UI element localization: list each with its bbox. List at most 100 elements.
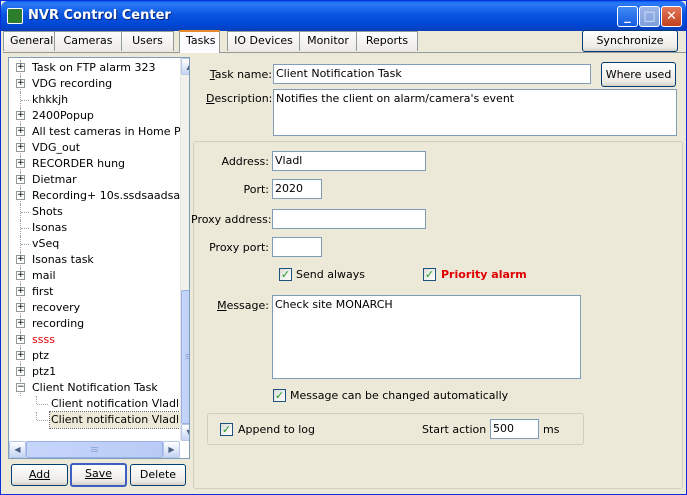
tree-item-label: VDG recording bbox=[32, 77, 113, 90]
expand-icon[interactable]: + bbox=[16, 287, 25, 296]
task-tree[interactable]: + Task on FTP alarm 323 + VDG recording khkk… bbox=[8, 57, 190, 459]
tree-item-label: mail bbox=[32, 269, 56, 282]
description-field[interactable]: Notifies the client on alarm/camera's ev… bbox=[273, 89, 677, 136]
tree-horizontal-scrollbar[interactable]: ◀ ≡ ▶ bbox=[9, 441, 180, 458]
scroll-thumb[interactable]: ≡ bbox=[181, 290, 189, 424]
tree-item-label: Recording+ 10s.ssdsaadsasdsa bbox=[32, 189, 190, 202]
tab-users[interactable]: Users bbox=[121, 31, 174, 51]
tree-item-label: Isonas bbox=[32, 221, 68, 234]
tree-item[interactable]: + ssss bbox=[9, 332, 179, 348]
app-icon bbox=[7, 8, 23, 24]
tree-item[interactable]: vSeq bbox=[9, 236, 179, 252]
tree-item[interactable]: + first bbox=[9, 284, 179, 300]
tab-tasks[interactable]: Tasks bbox=[179, 30, 220, 53]
minimize-button[interactable]: _ bbox=[617, 6, 638, 27]
tree-vertical-scrollbar[interactable]: ▲ ≡ ▼ bbox=[180, 58, 189, 441]
expand-icon[interactable]: + bbox=[16, 319, 25, 328]
tree-item[interactable]: + mail bbox=[9, 268, 179, 284]
tab-reports[interactable]: Reports bbox=[356, 31, 418, 51]
title-bar[interactable]: NVR Control Center _ □ ✕ bbox=[1, 1, 686, 31]
tree-item-label: RECORDER hung bbox=[32, 157, 126, 170]
expand-icon[interactable]: + bbox=[16, 175, 25, 184]
proxy-port-input[interactable] bbox=[272, 237, 322, 257]
expand-icon[interactable]: + bbox=[16, 191, 25, 200]
tree-item[interactable]: +2400Popup bbox=[9, 108, 179, 124]
priority-alarm-checkbox[interactable]: ✓ bbox=[423, 268, 436, 281]
append-to-log-checkbox[interactable]: ✓ bbox=[220, 423, 233, 436]
tab-io-devices[interactable]: IO Devices bbox=[227, 31, 300, 51]
message-field[interactable]: Check site MONARCH bbox=[272, 295, 581, 379]
tree-item[interactable]: + recording bbox=[9, 316, 179, 332]
tree-item[interactable]: + All test cameras in Home Positio bbox=[9, 124, 189, 140]
expand-icon[interactable]: + bbox=[16, 127, 25, 136]
tree-item[interactable]: + ptz bbox=[9, 348, 179, 364]
tree-item[interactable]: + recovery bbox=[9, 300, 179, 316]
expand-icon[interactable]: + bbox=[16, 271, 25, 280]
tree-item-label: Task on FTP alarm 323 bbox=[32, 61, 156, 74]
tree-item[interactable]: + RECORDER hung bbox=[9, 156, 179, 172]
tree-item-label: Client notification Vladl bbox=[51, 397, 180, 410]
start-action-input[interactable]: 500 bbox=[490, 419, 539, 439]
tree-connector bbox=[21, 212, 29, 213]
send-always-label: Send always bbox=[296, 268, 365, 281]
save-button[interactable]: Save bbox=[70, 463, 127, 487]
tree-item[interactable]: + VDG recording bbox=[9, 76, 179, 92]
port-input[interactable]: 2020 bbox=[272, 179, 322, 199]
message-auto-change-label: Message can be changed automatically bbox=[290, 389, 509, 402]
proxy-address-input[interactable] bbox=[272, 209, 426, 229]
tree-item[interactable]: + Isonas task bbox=[9, 252, 179, 268]
synchronize-button[interactable]: Synchronize bbox=[582, 30, 678, 52]
delete-button[interactable]: Delete bbox=[130, 464, 186, 486]
tree-item[interactable]: + VDG_out bbox=[9, 140, 179, 156]
proxy-address-label: Proxy address: bbox=[191, 213, 272, 226]
scroll-up-button[interactable]: ▲ bbox=[181, 58, 189, 75]
task-name-input[interactable]: Client Notification Task bbox=[273, 64, 591, 84]
expand-icon[interactable]: + bbox=[16, 143, 25, 152]
tree-item[interactable]: Isonas bbox=[9, 220, 179, 236]
tree-item[interactable]: + Task on FTP alarm 323 bbox=[9, 60, 179, 76]
scroll-left-button[interactable]: ◀ bbox=[9, 441, 26, 458]
hscroll-thumb[interactable]: ≡ bbox=[26, 441, 163, 458]
expand-icon[interactable]: + bbox=[16, 303, 25, 312]
address-input[interactable]: Vladl bbox=[272, 151, 426, 171]
tree-item-label: recording bbox=[32, 317, 85, 330]
expand-icon[interactable]: + bbox=[16, 79, 25, 88]
tree-item[interactable]: − Client Notification Task bbox=[9, 380, 179, 396]
send-always-checkbox[interactable]: ✓ bbox=[279, 268, 292, 281]
tree-item-label: VDG_out bbox=[32, 141, 81, 154]
tree-item[interactable]: + ptz1 bbox=[9, 364, 179, 380]
tree-item[interactable]: + Dietmar bbox=[9, 172, 179, 188]
tree-item-label: Client Notification Task bbox=[32, 381, 158, 394]
expand-icon[interactable]: + bbox=[16, 255, 25, 264]
close-button[interactable]: ✕ bbox=[661, 6, 682, 27]
start-action-unit: ms bbox=[543, 423, 560, 436]
tree-item[interactable]: Shots bbox=[9, 204, 179, 220]
tree-item-label: 2400Popup bbox=[32, 109, 94, 122]
expand-icon[interactable]: + bbox=[16, 63, 25, 72]
expand-icon[interactable]: + bbox=[16, 367, 25, 376]
where-used-button[interactable]: Where used bbox=[601, 62, 676, 87]
expand-icon[interactable]: + bbox=[16, 351, 25, 360]
tab-general[interactable]: General bbox=[3, 31, 55, 51]
collapse-icon[interactable]: − bbox=[16, 383, 25, 392]
tree-connector bbox=[21, 228, 29, 229]
tab-monitor[interactable]: Monitor bbox=[299, 31, 357, 51]
tree-connector bbox=[21, 244, 29, 245]
expand-icon[interactable]: + bbox=[16, 335, 25, 344]
message-auto-change-checkbox[interactable]: ✓ bbox=[273, 389, 286, 402]
scroll-right-button[interactable]: ▶ bbox=[163, 441, 180, 458]
tree-item[interactable]: khkkjh bbox=[9, 92, 179, 108]
tree-item[interactable]: Client notification Vladl bbox=[9, 396, 179, 412]
tree-item[interactable]: + Recording+ 10s.ssdsaadsasdsa bbox=[9, 188, 189, 204]
tree-item[interactable]: Client notification Vladl bbox=[9, 411, 182, 429]
tab-cameras[interactable]: Cameras bbox=[54, 31, 122, 51]
add-button[interactable]: Add bbox=[11, 464, 68, 486]
expand-icon[interactable]: + bbox=[16, 159, 25, 168]
expand-icon[interactable]: + bbox=[16, 111, 25, 120]
scroll-down-button[interactable]: ▼ bbox=[181, 424, 189, 441]
tab-panel-border bbox=[3, 52, 686, 53]
priority-alarm-label: Priority alarm bbox=[441, 268, 527, 281]
tree-item-label: Client notification Vladl bbox=[48, 411, 182, 429]
description-label: Description: bbox=[206, 92, 273, 105]
maximize-button[interactable]: □ bbox=[639, 6, 660, 27]
